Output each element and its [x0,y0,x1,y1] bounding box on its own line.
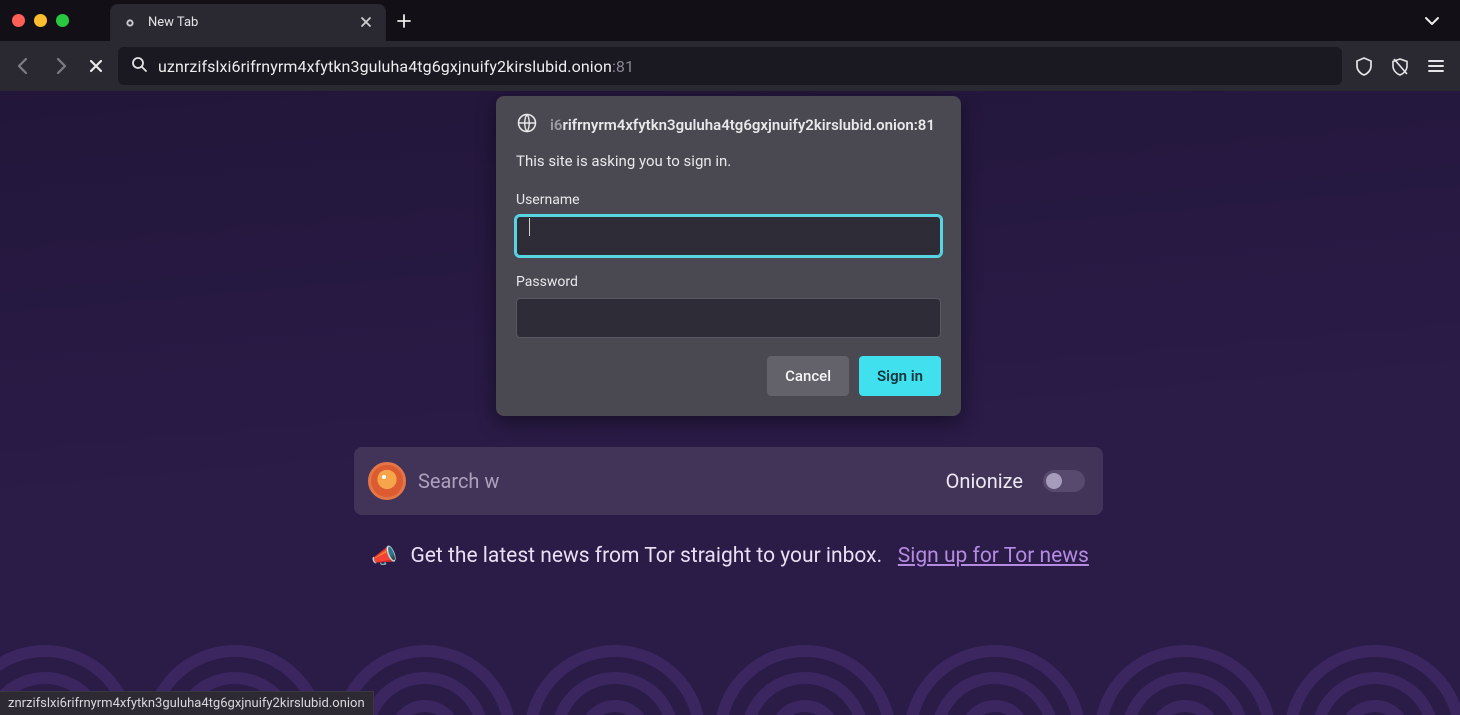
new-tab-button[interactable] [386,0,422,41]
stop-reload-button[interactable] [82,52,110,80]
auth-password-label: Password [516,274,941,290]
window-close-button[interactable] [12,14,25,27]
url-text: uznrzifslxi6rifrnyrm4xfytkn3guluha4tg6gx… [158,57,634,76]
megaphone-icon: 📣 [371,545,397,569]
security-level-icon[interactable] [1386,52,1414,80]
search-input[interactable]: Search w [418,469,934,493]
news-link[interactable]: Sign up for Tor news [898,544,1089,568]
forward-button[interactable] [46,52,74,80]
titlebar-right-icons [1418,0,1460,41]
app-menu-button[interactable] [1422,52,1450,80]
search-icon [130,55,148,77]
shield-icon[interactable] [1350,52,1378,80]
tab-new-tab[interactable]: New Tab [110,4,386,41]
auth-origin: i6rifrnyrm4xfytkn3guluha4tg6gxjnuify2kir… [550,116,935,134]
nav-toolbar: uznrzifslxi6rifrnyrm4xfytkn3guluha4tg6gx… [0,41,1460,91]
auth-username-label: Username [516,192,941,208]
news-banner: 📣 Get the latest news from Tor straight … [0,544,1460,568]
list-all-tabs-button[interactable] [1418,7,1446,35]
auth-signin-button[interactable]: Sign in [859,356,941,396]
page-content: Search w Onionize 📣 Get the latest news … [0,91,1460,715]
duckduckgo-logo-icon [368,462,406,500]
onionize-toggle[interactable] [1043,470,1085,492]
news-text: Get the latest news from Tor straight to… [410,544,882,568]
window-maximize-button[interactable] [56,14,69,27]
window-minimize-button[interactable] [34,14,47,27]
status-bar-text: znrzifslxi6rifrnyrm4xfytkn3guluha4tg6gxj… [8,696,365,711]
status-bar: znrzifslxi6rifrnyrm4xfytkn3guluha4tg6gxj… [0,691,374,715]
auth-password-input[interactable] [516,298,941,338]
http-auth-dialog: i6rifrnyrm4xfytkn3guluha4tg6gxjnuify2kir… [496,96,961,416]
tab-loading-indicator [122,15,138,31]
tab-title: New Tab [148,15,346,30]
window-titlebar: New Tab [0,0,1460,41]
globe-icon [516,112,538,138]
auth-message: This site is asking you to sign in. [516,152,941,170]
auth-username-input[interactable] [516,216,941,256]
window-traffic-lights [0,0,110,41]
auth-cancel-button[interactable]: Cancel [767,356,849,396]
tab-strip: New Tab [110,0,1418,41]
url-bar[interactable]: uznrzifslxi6rifrnyrm4xfytkn3guluha4tg6gx… [118,47,1342,85]
tab-close-button[interactable] [356,13,376,33]
onionize-label: Onionize [946,469,1023,493]
back-button[interactable] [10,52,38,80]
search-panel: Search w Onionize [354,447,1103,515]
